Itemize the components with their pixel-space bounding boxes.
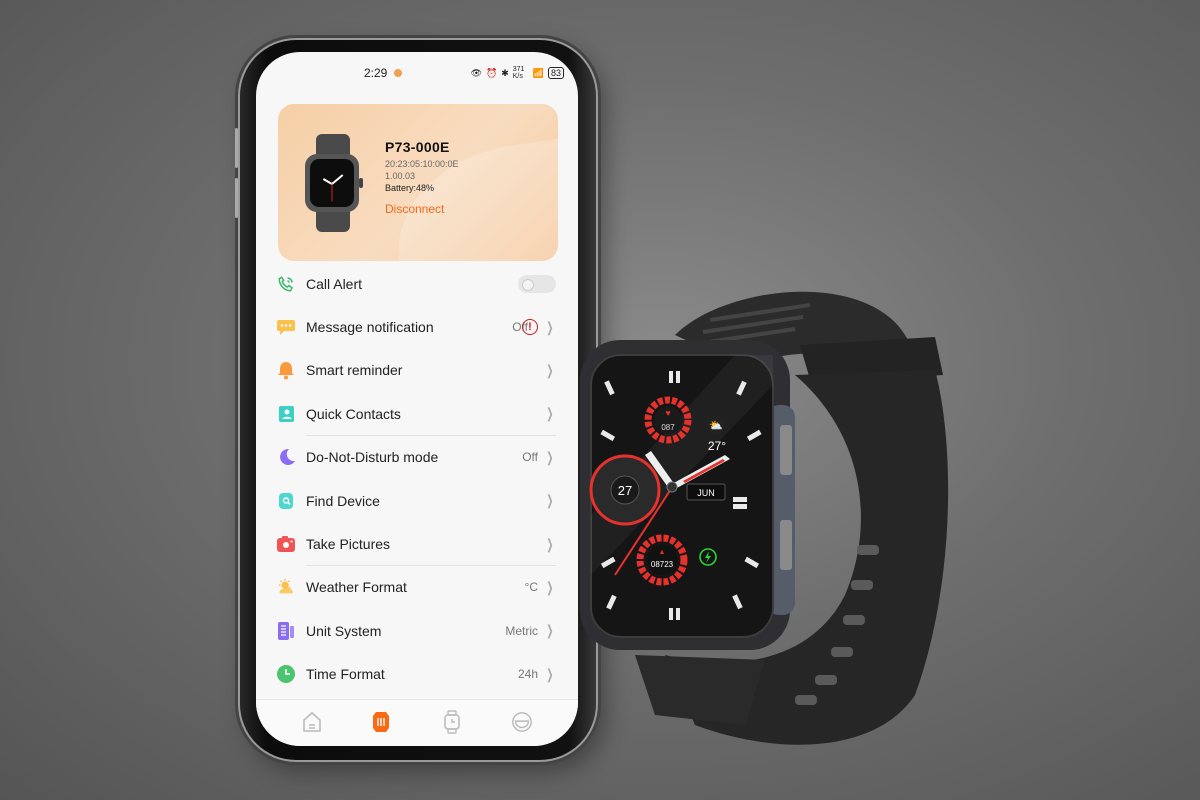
warning-icon: ! [522, 319, 538, 336]
temperature-value: 27° [708, 439, 726, 453]
setting-call-alert[interactable]: Call Alert [256, 262, 578, 305]
network-speed: 371 K/s [512, 66, 525, 80]
setting-label: Call Alert [306, 275, 363, 292]
chevron-right-icon: ❯ [546, 361, 554, 378]
setting-label: Take Pictures [306, 536, 391, 553]
weather-sun-icon: ⛅ [709, 420, 723, 432]
setting-label: Do-Not-Disturb mode [306, 449, 439, 466]
month-value: JUN [697, 488, 715, 498]
bell-icon [276, 360, 296, 380]
tab-device[interactable] [370, 710, 392, 734]
clock-icon [276, 664, 296, 684]
setting-do-not-disturb[interactable]: Do-Not-Disturb mode Off ❯ [256, 436, 578, 479]
setting-value: Off [522, 450, 538, 465]
camera-icon [276, 534, 296, 554]
heart-rate-value: 087 [661, 423, 675, 432]
moon-icon [276, 447, 296, 467]
setting-weather-format[interactable]: Weather Format °C ❯ [256, 566, 578, 609]
setting-message-notification[interactable]: Message notification Off ! ❯ [256, 305, 578, 348]
watch-thumbnail [305, 134, 363, 232]
date-value: 27 [618, 483, 632, 498]
device-mac: 20:23:05:10:00:0E [385, 159, 459, 169]
ruler-icon [276, 621, 296, 641]
setting-label: Smart reminder [306, 362, 403, 379]
chevron-right-icon: ❯ [546, 665, 554, 682]
volume-button [235, 178, 238, 218]
heart-icon: ♥ [665, 408, 670, 418]
device-firmware: 1.00.03 [385, 171, 416, 181]
bluetooth-icon: ✱ [501, 67, 509, 78]
eye-icon: 👁 [470, 67, 482, 78]
wifi-icon: 📶 [532, 67, 544, 78]
chevron-right-icon: ❯ [546, 405, 554, 422]
steps-icon: ▲ [659, 549, 666, 556]
bottom-tab-bar [256, 699, 578, 746]
smartwatch-product-image: ♥ 087 ⛅ 27° 27 JUN ▲ 08723 [580, 291, 949, 745]
phone-icon [276, 274, 296, 294]
setting-label: Weather Format [306, 579, 407, 596]
alarm-icon: ⏰ [486, 67, 498, 78]
volume-button [235, 128, 238, 168]
setting-value: 24h [517, 667, 538, 682]
steps-value: 08723 [651, 560, 674, 569]
tab-home[interactable] [301, 710, 323, 734]
chevron-right-icon: ❯ [546, 622, 554, 639]
chevron-right-icon: ❯ [546, 578, 554, 595]
setting-value: °C [524, 580, 538, 595]
setting-label: Find Device [306, 492, 380, 509]
setting-value: Metric [505, 623, 538, 638]
status-bar: 2:29 👁 ⏰ ✱ 371 K/s 📶 83 [256, 66, 578, 82]
disconnect-button[interactable]: Disconnect [385, 202, 459, 216]
call-alert-toggle[interactable] [518, 274, 556, 293]
setting-label: Quick Contacts [306, 405, 401, 422]
watch-icon [444, 710, 460, 734]
phone-screen: 2:29 👁 ⏰ ✱ 371 K/s 📶 83 P73-000E 20:23:0… [256, 52, 578, 746]
contacts-icon [276, 404, 296, 424]
settings-list: Call Alert Message notification Off ! ❯ … [256, 262, 578, 696]
device-icon [373, 712, 389, 732]
setting-take-pictures[interactable]: Take Pictures ❯ [256, 522, 578, 566]
weather-icon [276, 577, 296, 597]
setting-smart-reminder[interactable]: Smart reminder ❯ [256, 349, 578, 392]
home-icon [303, 711, 321, 732]
find-device-icon [276, 491, 296, 511]
device-name: P73-000E [385, 139, 450, 155]
chevron-right-icon: ❯ [546, 448, 554, 465]
device-card: P73-000E 20:23:05:10:00:0E 1.00.03 Batte… [278, 104, 558, 261]
setting-find-device[interactable]: Find Device ❯ [256, 479, 578, 522]
setting-label: Time Format [306, 666, 385, 683]
tab-watch-faces[interactable] [441, 710, 463, 734]
status-time: 2:29 [364, 66, 388, 80]
setting-quick-contacts[interactable]: Quick Contacts ❯ [256, 392, 578, 436]
chevron-right-icon: ❯ [546, 535, 554, 552]
setting-label: Unit System [306, 622, 382, 639]
profile-icon [512, 712, 532, 732]
tab-profile[interactable] [511, 710, 533, 734]
setting-label: Message notification [306, 319, 434, 336]
setting-time-format[interactable]: Time Format 24h ❯ [256, 653, 578, 696]
chevron-right-icon: ❯ [546, 318, 554, 335]
chevron-right-icon: ❯ [546, 492, 554, 509]
phone-mockup: 2:29 👁 ⏰ ✱ 371 K/s 📶 83 P73-000E 20:23:0… [235, 38, 598, 762]
setting-unit-system[interactable]: Unit System Metric ❯ [256, 609, 578, 652]
notification-dot-icon [394, 69, 402, 77]
battery-icon: 83 [547, 67, 564, 79]
message-icon [276, 317, 296, 337]
device-battery: Battery:48% [385, 183, 435, 193]
